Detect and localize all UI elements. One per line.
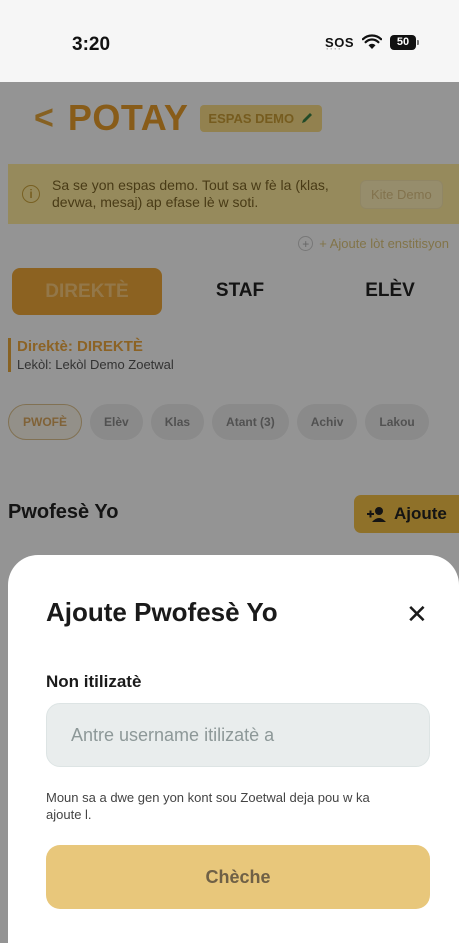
username-input[interactable]	[46, 703, 430, 767]
status-indicators: SOS 50	[325, 34, 419, 54]
search-button[interactable]: Chèche	[46, 845, 430, 909]
add-teacher-sheet: Ajoute Pwofesè Yo ✕ Non itilizatè Moun s…	[8, 555, 459, 943]
status-bar: 3:20 SOS 50	[0, 0, 459, 82]
status-time: 3:20	[72, 34, 111, 55]
helper-text: Moun sa a dwe gen yon kont sou Zoetwal d…	[46, 790, 370, 822]
username-label: Non itilizatè	[46, 672, 142, 691]
sos-indicator: SOS	[325, 35, 354, 54]
sheet-title: Ajoute Pwofesè Yo	[46, 597, 278, 627]
battery-indicator: 50	[390, 34, 419, 50]
battery-tip	[417, 39, 419, 45]
wifi-icon	[362, 34, 382, 49]
battery-level: 50	[390, 34, 416, 50]
close-icon[interactable]: ✕	[406, 599, 428, 630]
